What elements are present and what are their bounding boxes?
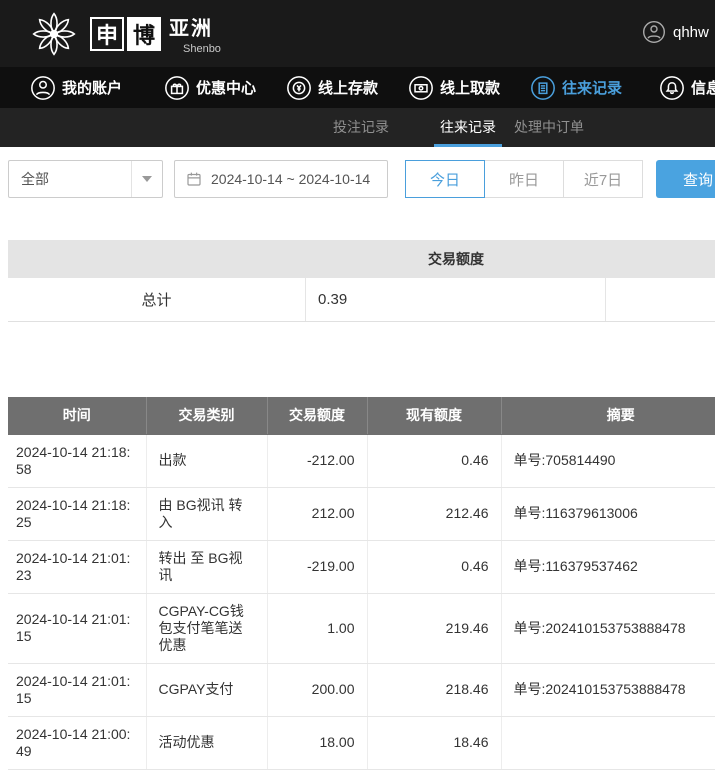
logo-char-bo: 博	[127, 17, 161, 51]
table-cell: 18.46	[367, 716, 501, 769]
table-cell: 0.46	[367, 434, 501, 487]
quick-filter-yesterday[interactable]: 昨日	[484, 160, 564, 198]
avatar-icon	[642, 20, 666, 44]
table-cell: 2024-10-14 21:01:15	[8, 593, 146, 663]
logo-region: 亚洲	[169, 12, 221, 41]
quick-filter-today[interactable]: 今日	[405, 160, 485, 198]
table-cell: -219.00	[267, 540, 367, 593]
nav-item-withdraw[interactable]: 线上取款	[408, 67, 500, 108]
col-header-amount: 交易额度	[267, 397, 367, 434]
table-cell: 219.46	[367, 593, 501, 663]
username-label: qhhw	[673, 24, 709, 41]
table-cell: 218.46	[367, 663, 501, 716]
table-cell: -212.00	[267, 434, 367, 487]
summary-empty-cell	[606, 278, 715, 321]
table-cell: 2024-10-14 21:01:15	[8, 663, 146, 716]
col-header-time: 时间	[8, 397, 146, 434]
nav-item-my-account[interactable]: 我的账户	[30, 67, 122, 108]
table-cell: 转出 至 BG视讯	[146, 540, 267, 593]
summary-total-row: 总计 0.39	[8, 278, 715, 322]
col-header-type: 交易类别	[146, 397, 267, 434]
chevron-down-icon	[142, 176, 152, 182]
user-account[interactable]: qhhw	[642, 20, 709, 44]
table-cell: 活动优惠	[146, 716, 267, 769]
record-tabs: 投注记录 往来记录 处理中订单	[0, 108, 715, 147]
brand-logo[interactable]: 申 博 亚洲 Shenbo	[28, 0, 221, 67]
table-cell: 2024-10-14 21:18:58	[8, 434, 146, 487]
transactions-body: 2024-10-14 21:18:58出款-212.000.46单号:70581…	[8, 434, 715, 769]
table-cell: 18.00	[267, 716, 367, 769]
quick-filter-last7days[interactable]: 近7日	[563, 160, 643, 198]
summary-total-label: 总计	[8, 278, 306, 321]
table-cell: 2024-10-14 21:18:25	[8, 487, 146, 540]
table-cell: 单号:202410153753888478	[501, 593, 715, 663]
table-row: 2024-10-14 21:01:15CGPAY-CG钱包支付笔笔送优惠1.00…	[8, 593, 715, 663]
tab-transaction-records[interactable]: 往来记录	[440, 108, 496, 147]
date-range-value: 2024-10-14 ~ 2024-10-14	[211, 171, 370, 187]
logo-char-shen: 申	[90, 17, 124, 51]
table-row: 2024-10-14 21:18:58出款-212.000.46单号:70581…	[8, 434, 715, 487]
table-cell: 200.00	[267, 663, 367, 716]
table-cell: 2024-10-14 21:00:49	[8, 716, 146, 769]
table-cell: 2024-10-14 21:01:23	[8, 540, 146, 593]
table-cell: 0.46	[367, 540, 501, 593]
table-cell: 单号:116379613006	[501, 487, 715, 540]
table-cell: 由 BG视讯 转入	[146, 487, 267, 540]
category-select-value: 全部	[21, 169, 49, 189]
user-icon	[30, 75, 56, 101]
tab-betting-records[interactable]: 投注记录	[333, 108, 389, 147]
nav-label: 线上取款	[440, 77, 500, 98]
calendar-icon	[185, 170, 203, 188]
table-cell: CGPAY支付	[146, 663, 267, 716]
filter-bar: 全部 2024-10-14 ~ 2024-10-14 今日 昨日 近7日 查询	[0, 147, 715, 212]
table-header-row: 时间 交易类别 交易额度 现有额度 摘要	[8, 397, 715, 434]
table-cell: 1.00	[267, 593, 367, 663]
withdraw-icon	[408, 75, 434, 101]
table-cell: 出款	[146, 434, 267, 487]
table-cell: 单号:116379537462	[501, 540, 715, 593]
table-cell: CGPAY-CG钱包支付笔笔送优惠	[146, 593, 267, 663]
bell-icon	[659, 75, 685, 101]
nav-item-promotions[interactable]: 优惠中心	[164, 67, 256, 108]
summary-table: 交易额度 总计 0.39	[8, 240, 715, 322]
table-cell: 单号:202410153753888478	[501, 663, 715, 716]
flower-logo-icon	[28, 8, 80, 60]
logo-wordmark: 申 博	[90, 17, 161, 51]
top-bar: 申 博 亚洲 Shenbo qhhw	[0, 0, 715, 67]
search-button[interactable]: 查询	[656, 160, 715, 198]
table-cell	[501, 716, 715, 769]
nav-label: 往来记录	[562, 77, 622, 98]
nav-label: 优惠中心	[196, 77, 256, 98]
nav-label: 我的账户	[62, 77, 122, 98]
date-range-input[interactable]: 2024-10-14 ~ 2024-10-14	[174, 160, 388, 198]
table-row: 2024-10-14 21:18:25由 BG视讯 转入212.00212.46…	[8, 487, 715, 540]
col-header-summary: 摘要	[501, 397, 715, 434]
gift-icon	[164, 75, 190, 101]
table-cell: 212.46	[367, 487, 501, 540]
tab-processing-orders[interactable]: 处理中订单	[514, 108, 584, 147]
category-select[interactable]: 全部	[8, 160, 163, 198]
summary-amount-header: 交易额度	[306, 240, 606, 278]
table-row: 2024-10-14 21:01:15CGPAY支付200.00218.46单号…	[8, 663, 715, 716]
logo-subtitle: Shenbo	[169, 43, 221, 55]
summary-header: 交易额度	[8, 240, 715, 278]
main-nav: 我的账户 优惠中心 线上存款 线上取款 往来记录 信息	[0, 67, 715, 108]
nav-label: 信息	[691, 77, 715, 98]
col-header-balance: 现有额度	[367, 397, 501, 434]
table-row: 2024-10-14 21:01:23转出 至 BG视讯-219.000.46单…	[8, 540, 715, 593]
nav-label: 线上存款	[318, 77, 378, 98]
nav-item-messages[interactable]: 信息	[659, 67, 715, 108]
records-icon	[530, 75, 556, 101]
table-cell: 单号:705814490	[501, 434, 715, 487]
table-row: 2024-10-14 21:00:49活动优惠18.0018.46	[8, 716, 715, 769]
deposit-icon	[286, 75, 312, 101]
select-caret-zone	[131, 161, 162, 197]
transactions-table: 时间 交易类别 交易额度 现有额度 摘要 2024-10-14 21:18:58…	[8, 397, 715, 770]
nav-item-records[interactable]: 往来记录	[530, 67, 622, 108]
summary-total-value: 0.39	[306, 278, 606, 321]
table-cell: 212.00	[267, 487, 367, 540]
logo-region-wrap: 亚洲 Shenbo	[169, 12, 221, 55]
nav-item-deposit[interactable]: 线上存款	[286, 67, 378, 108]
